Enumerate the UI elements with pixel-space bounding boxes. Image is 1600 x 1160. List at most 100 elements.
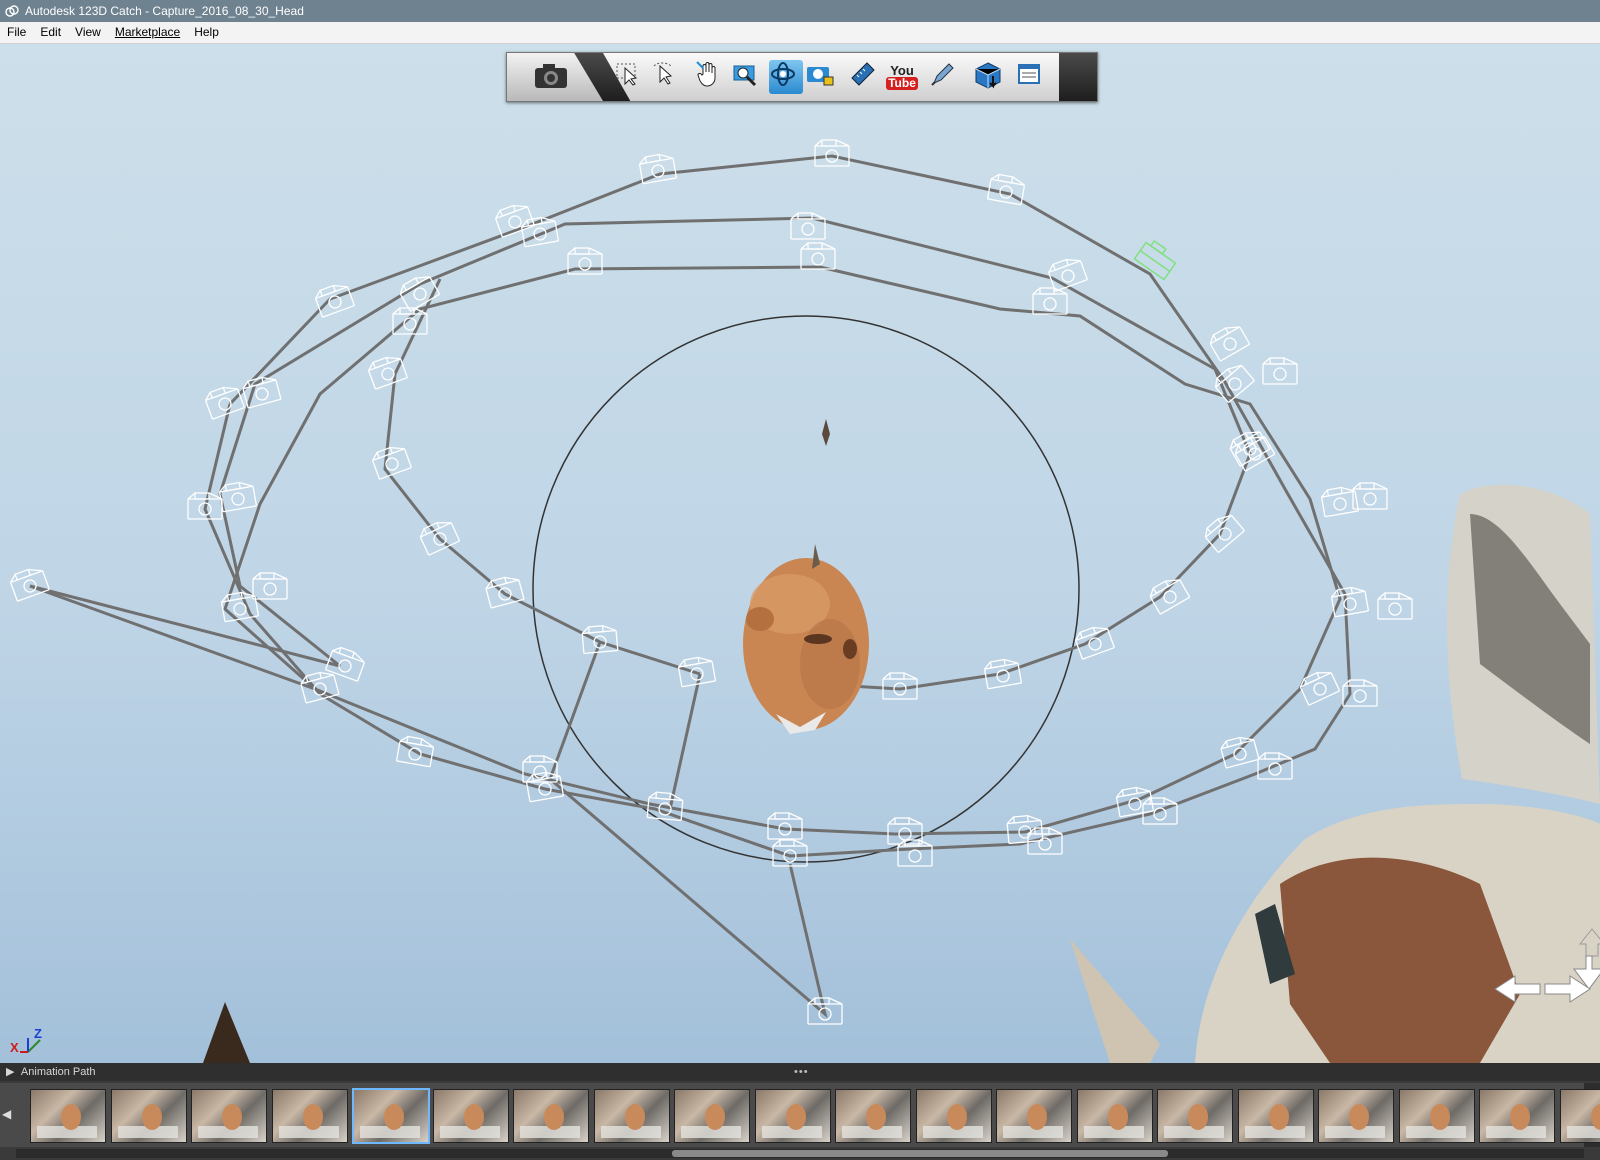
camera-position-icon[interactable] <box>1262 357 1298 385</box>
lasso-select-icon <box>653 62 673 85</box>
menu-file[interactable]: File <box>0 22 33 43</box>
camera-position-icon[interactable] <box>204 383 245 420</box>
thumbnail-head <box>463 1104 484 1130</box>
3d-viewport[interactable]: You Tube Z X <box>0 44 1600 1063</box>
window-title: Autodesk 123D Catch - Capture_2016_08_30… <box>25 4 304 18</box>
thumbnail-head <box>624 1104 645 1130</box>
camera-position-icon[interactable] <box>252 572 288 600</box>
camera-position-icon[interactable] <box>1298 667 1340 706</box>
camera-position-icon[interactable] <box>9 565 50 602</box>
camera-position-icon[interactable] <box>484 574 525 609</box>
photo-thumbnail[interactable] <box>513 1089 589 1143</box>
menu-view[interactable]: View <box>68 22 108 43</box>
photo-thumbnail[interactable] <box>835 1089 911 1143</box>
active-camera[interactable] <box>1133 238 1179 281</box>
photo-filmstrip[interactable]: ◀ <box>0 1083 1600 1147</box>
camera-lock-button[interactable] <box>805 60 839 94</box>
thumbnail-head <box>1349 1104 1369 1130</box>
camera-position-icon[interactable] <box>1032 287 1068 315</box>
camera-icon <box>535 64 567 88</box>
capture-camera-button[interactable] <box>531 60 567 94</box>
camera-position-icon[interactable] <box>677 655 716 688</box>
thumbnail-head <box>302 1104 323 1130</box>
thumbnail-head <box>1510 1104 1530 1130</box>
photo-thumbnail[interactable] <box>110 1089 187 1143</box>
zoom-window-button[interactable] <box>731 60 765 94</box>
photo-thumbnail[interactable] <box>1318 1089 1394 1143</box>
thumbnail-head <box>946 1104 967 1130</box>
photo-thumbnail[interactable] <box>996 1089 1072 1143</box>
photo-thumbnail[interactable] <box>1237 1089 1314 1143</box>
photo-thumbnail[interactable] <box>1157 1089 1233 1143</box>
camera-position-icon[interactable] <box>581 625 619 655</box>
scene-canvas[interactable] <box>0 44 1600 1063</box>
camera-path-line <box>29 265 1342 836</box>
head-model[interactable] <box>743 544 869 734</box>
thumbnail-head <box>1429 1104 1450 1130</box>
thumbnail-head <box>384 1104 404 1130</box>
youtube-icon: You Tube <box>886 64 918 90</box>
expand-triangle-icon[interactable]: ▶ <box>6 1063 14 1081</box>
render-button[interactable] <box>973 60 1007 94</box>
camera-path-line <box>383 373 701 676</box>
camera-lock-icon <box>807 67 834 86</box>
pen-icon <box>931 63 954 86</box>
camera-position-icon[interactable] <box>392 307 428 335</box>
thumbnail-head <box>544 1104 564 1130</box>
thumbnail-head <box>61 1104 81 1130</box>
photo-thumbnail[interactable] <box>593 1089 670 1143</box>
thumbnail-head <box>222 1104 242 1130</box>
orbit-button[interactable] <box>769 60 803 94</box>
zoom-window-icon <box>733 65 757 87</box>
title-bar: Autodesk 123D Catch - Capture_2016_08_30… <box>0 0 1600 22</box>
scroll-left-icon[interactable]: ◀ <box>2 1107 11 1121</box>
thumbnail-head <box>1107 1104 1128 1130</box>
animation-path-header[interactable]: ▶ Animation Path ••• <box>0 1063 1600 1081</box>
properties-button[interactable] <box>1015 60 1049 94</box>
photo-thumbnail[interactable] <box>1479 1089 1555 1143</box>
thumbnail-head <box>1188 1104 1208 1130</box>
camera-path-line <box>203 154 1352 858</box>
camera-position-icon[interactable] <box>800 242 836 270</box>
thumbnail-head <box>1027 1104 1047 1130</box>
camera-position-icon[interactable] <box>814 139 850 167</box>
photo-thumbnail[interactable] <box>352 1088 430 1144</box>
photo-thumbnail[interactable] <box>754 1089 831 1143</box>
splitter-grip-icon[interactable]: ••• <box>794 1063 809 1081</box>
photo-thumbnail[interactable] <box>1559 1089 1600 1143</box>
menu-help[interactable]: Help <box>187 22 226 43</box>
filmstrip-scrollbar[interactable] <box>16 1149 1584 1158</box>
lasso-select-button[interactable] <box>651 60 685 94</box>
menu-marketplace[interactable]: Marketplace <box>108 22 187 43</box>
photo-thumbnail[interactable] <box>271 1089 348 1143</box>
hand-pan-icon <box>696 61 716 87</box>
scrollbar-thumb[interactable] <box>672 1150 1168 1157</box>
photo-thumbnail[interactable] <box>432 1089 509 1143</box>
pan-button[interactable] <box>695 60 729 94</box>
select-button[interactable] <box>615 60 649 94</box>
camera-position-icon[interactable] <box>371 443 412 480</box>
cube-grid-icon <box>975 62 1001 89</box>
photo-thumbnail[interactable] <box>915 1089 992 1143</box>
camera-position-icon[interactable] <box>1147 575 1191 615</box>
youtube-tube-text: Tube <box>886 76 918 90</box>
camera-path-line <box>29 216 1252 691</box>
photo-thumbnail[interactable] <box>191 1089 267 1143</box>
youtube-button[interactable]: You Tube <box>885 60 919 94</box>
camera-positions[interactable] <box>9 139 1413 1025</box>
reference-point-button[interactable] <box>849 60 883 94</box>
photo-thumbnail[interactable] <box>1398 1089 1475 1143</box>
camera-position-icon[interactable] <box>1207 322 1251 362</box>
camera-position-icon[interactable] <box>1377 592 1413 620</box>
photo-thumbnail[interactable] <box>674 1089 750 1143</box>
arrow-select-icon <box>616 63 638 86</box>
photo-thumbnail[interactable] <box>1076 1089 1153 1143</box>
camera-path-line <box>668 673 702 810</box>
export-button[interactable] <box>929 60 963 94</box>
thumbnail-head <box>141 1104 162 1130</box>
menu-edit[interactable]: Edit <box>33 22 68 43</box>
bottom-panel: ▶ Animation Path ••• ◀ <box>0 1063 1600 1160</box>
thumbnail-head <box>866 1104 886 1130</box>
menu-bar: File Edit View Marketplace Help <box>0 22 1600 44</box>
photo-thumbnail[interactable] <box>30 1089 106 1143</box>
